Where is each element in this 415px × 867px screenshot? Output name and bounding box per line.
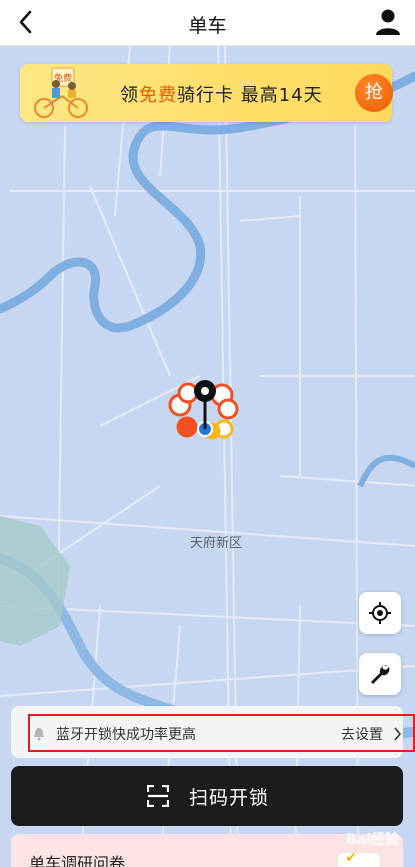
repair-button[interactable] bbox=[359, 653, 401, 695]
bluetooth-tip-bar: 蓝牙开锁快成功率更高 去设置 bbox=[11, 706, 415, 758]
user-icon[interactable] bbox=[375, 8, 401, 36]
clipboard-illustration bbox=[337, 852, 381, 867]
bike-promo-illustration: 免费 bbox=[34, 67, 88, 118]
locate-icon bbox=[369, 602, 391, 624]
bluetooth-tip-highlight[interactable]: 蓝牙开锁快成功率更高 去设置 bbox=[28, 714, 415, 752]
free-ride-card-banner[interactable]: 免费 领免费骑行卡 最高14天 抢 bbox=[20, 64, 393, 122]
bike-cluster-marker[interactable] bbox=[162, 375, 247, 445]
bluetooth-tip-text: 蓝牙开锁快成功率更高 bbox=[56, 727, 196, 743]
survey-card[interactable]: 单车调研问卷 ✔ bbox=[11, 834, 403, 867]
banner-text: 领免费骑行卡 最高14天 bbox=[120, 85, 323, 106]
top-bar: 单车 bbox=[0, 0, 415, 46]
watermark: Bai经验 bbox=[346, 832, 399, 848]
scan-unlock-label: 扫码开锁 bbox=[189, 787, 270, 809]
survey-title: 单车调研问卷 bbox=[29, 854, 126, 867]
wrench-icon bbox=[371, 665, 390, 684]
go-settings-link[interactable]: 去设置 bbox=[341, 724, 383, 744]
locate-button[interactable] bbox=[359, 592, 401, 634]
page-title: 单车 bbox=[188, 15, 227, 37]
scan-unlock-button[interactable]: 扫码开锁 bbox=[11, 766, 403, 826]
map-area-label: 天府新区 bbox=[190, 536, 243, 551]
scan-icon bbox=[147, 785, 169, 807]
grab-button[interactable]: 抢 bbox=[355, 74, 393, 112]
check-icon: ✔ bbox=[345, 850, 357, 866]
chevron-right-icon bbox=[394, 727, 402, 741]
bell-icon bbox=[34, 728, 44, 741]
